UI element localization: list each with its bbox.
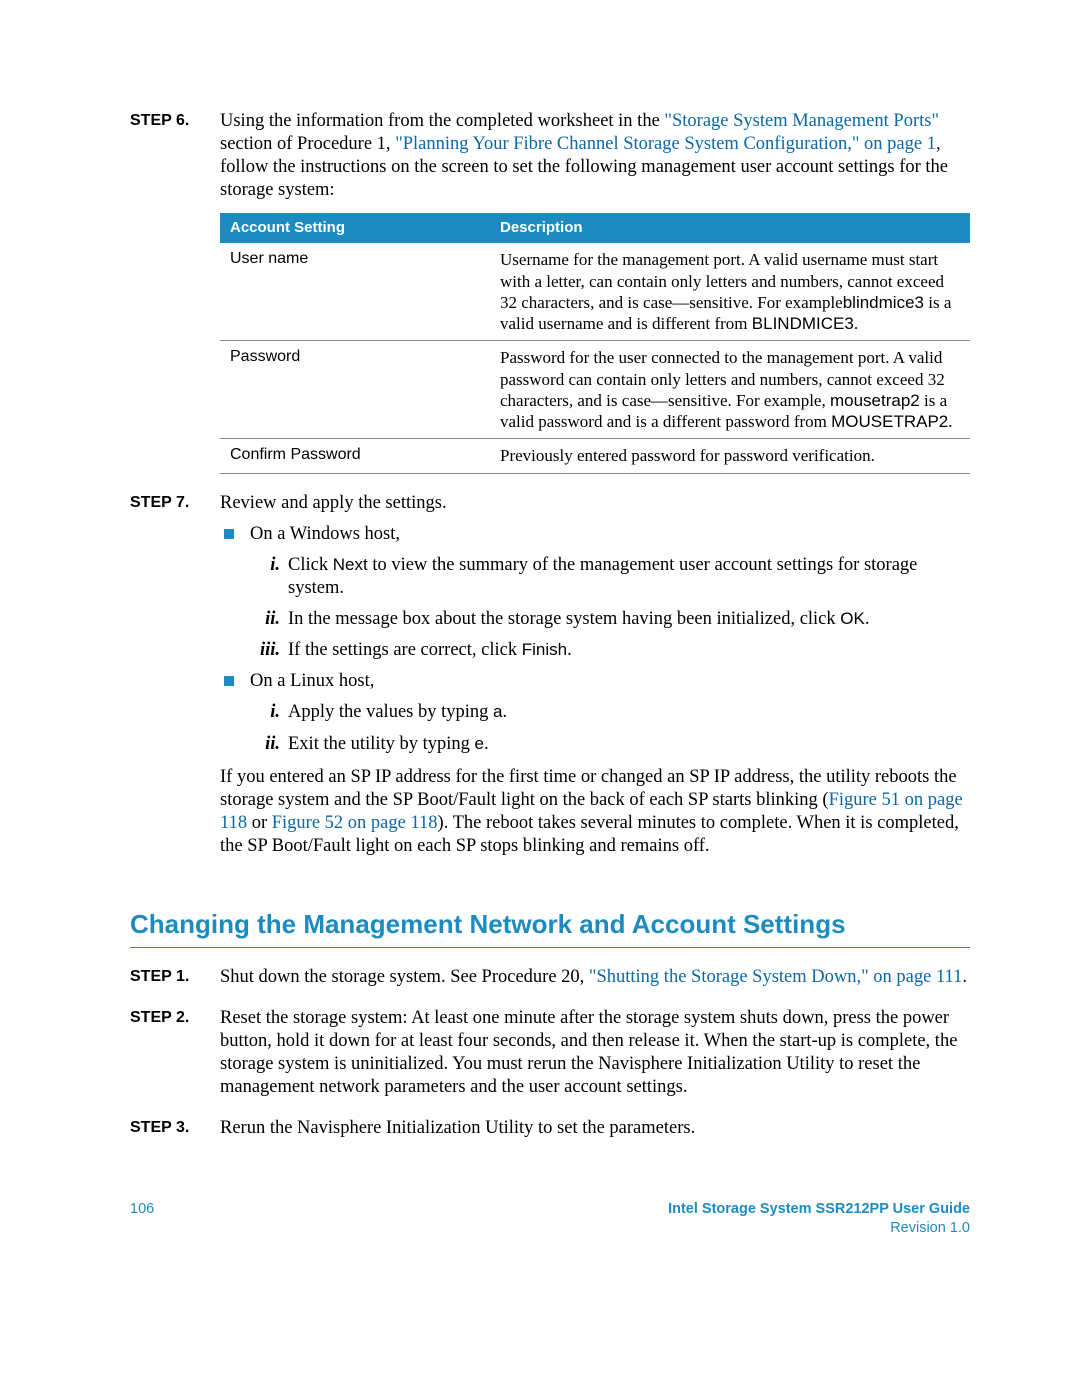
text: In the message box about the storage sys… <box>288 609 840 629</box>
sub-marker: ii. <box>250 608 280 631</box>
footer-right: Intel Storage System SSR212PP User Guide… <box>668 1200 970 1236</box>
bullet-item: On a Windows host, i. Click Next to view t… <box>220 523 970 663</box>
step-body: Reset the storage system: At least one m… <box>220 1007 970 1100</box>
cell-description: Username for the management port. A vali… <box>490 243 970 341</box>
step-body: Rerun the Navisphere Initialization Util… <box>220 1117 970 1140</box>
text: Exit the utility by typing <box>288 734 475 754</box>
sub-list: i. Click Next to view the summary of the … <box>250 554 970 663</box>
sec2-step-2: STEP 2. Reset the storage system: At lea… <box>130 1007 970 1100</box>
code-text: MOUSETRAP2 <box>831 412 948 431</box>
code-text: BLINDMICE3 <box>752 314 854 333</box>
footer-revision: Revision 1.0 <box>668 1219 970 1237</box>
text: Apply the values by typing <box>288 702 493 722</box>
sub-body: Exit the utility by typing e. <box>288 734 489 754</box>
text: . <box>962 967 967 987</box>
ui-term: a <box>493 702 502 721</box>
text: Previously entered password for password… <box>500 446 875 465</box>
sub-body: Click Next to view the summary of the ma… <box>288 555 917 598</box>
text: or <box>247 813 272 833</box>
sub-item: iii. If the settings are correct, click F… <box>250 639 970 662</box>
sub-list: i. Apply the values by typing a. ii. Exit t… <box>250 701 970 755</box>
page-number: 106 <box>130 1200 154 1236</box>
sub-marker: iii. <box>250 639 280 662</box>
step-body: Shut down the storage system. See Proced… <box>220 966 970 989</box>
step-body: Using the information from the completed… <box>220 110 970 474</box>
table-row: Confirm Password Previously entered passw… <box>220 439 970 473</box>
sub-item: ii. Exit the utility by typing e. <box>250 733 970 756</box>
step-6: STEP 6. Using the information from the c… <box>130 110 970 474</box>
step-label: STEP 1. <box>130 966 220 989</box>
text: . <box>854 314 858 333</box>
th-description: Description <box>490 213 970 244</box>
sec2-step-3: STEP 3. Rerun the Navisphere Initializat… <box>130 1117 970 1140</box>
sub-item: i. Apply the values by typing a. <box>250 701 970 724</box>
text: Using the information from the completed… <box>220 111 664 131</box>
ui-term: OK <box>840 609 865 628</box>
page-footer: 106 Intel Storage System SSR212PP User G… <box>130 1200 970 1236</box>
procedure-link[interactable]: "Shutting the Storage System Down," on p… <box>589 967 962 987</box>
step-label: STEP 2. <box>130 1007 220 1100</box>
text: . <box>484 734 489 754</box>
ui-term: Finish <box>522 640 567 659</box>
figure-link[interactable]: Figure 52 on page 118 <box>272 813 438 833</box>
cell-description: Previously entered password for password… <box>490 439 970 473</box>
bullet-item: On a Linux host, i. Apply the values by ty… <box>220 670 970 755</box>
bullet-text: On a Windows host, <box>250 523 970 546</box>
text: section of Procedure 1, <box>220 134 395 154</box>
step-7-bullets: On a Windows host, i. Click Next to view t… <box>220 523 970 756</box>
cell-setting: User name <box>220 243 490 341</box>
sub-item: ii. In the message box about the storage … <box>250 608 970 631</box>
text: If the settings are correct, click <box>288 640 522 660</box>
th-account-setting: Account Setting <box>220 213 490 244</box>
step-label: STEP 3. <box>130 1117 220 1140</box>
text: . <box>948 412 952 431</box>
link-storage-ports[interactable]: "Storage System Management Ports" <box>664 111 939 131</box>
text: . <box>865 609 870 629</box>
code-text: mousetrap2 <box>830 391 920 410</box>
sub-body: Apply the values by typing a. <box>288 702 507 722</box>
text: . <box>567 640 572 660</box>
sub-marker: i. <box>250 701 280 724</box>
bullet-text: On a Linux host, <box>250 670 970 693</box>
sub-item: i. Click Next to view the summary of the … <box>250 554 970 600</box>
step-7-after-paragraph: If you entered an SP IP address for the … <box>220 766 970 859</box>
cell-setting: Password <box>220 341 490 439</box>
link-planning-config[interactable]: "Planning Your Fibre Channel Storage Sys… <box>395 134 936 154</box>
sec2-step-1: STEP 1. Shut down the storage system. Se… <box>130 966 970 989</box>
cell-setting: Confirm Password <box>220 439 490 473</box>
step-body: Review and apply the settings. On a Wind… <box>220 492 970 859</box>
sub-marker: i. <box>250 554 280 577</box>
page-content: STEP 6. Using the information from the c… <box>0 0 1080 1287</box>
text: . <box>503 702 508 722</box>
step-label: STEP 7. <box>130 492 220 859</box>
table-row: PasswordPassword for the user connected … <box>220 341 970 439</box>
section-heading: Changing the Management Network and Acco… <box>130 908 970 948</box>
cell-description: Password for the user connected to the m… <box>490 341 970 439</box>
text: to view the summary of the management us… <box>288 555 917 598</box>
footer-title: Intel Storage System SSR212PP User Guide <box>668 1200 970 1218</box>
sub-body: In the message box about the storage sys… <box>288 609 869 629</box>
table-row: User nameUsername for the management por… <box>220 243 970 341</box>
code-text: blindmice3 <box>843 293 924 312</box>
step-label: STEP 6. <box>130 110 220 474</box>
ui-term: Next <box>333 555 368 574</box>
account-settings-table: Account Setting Description User nameUse… <box>220 213 970 474</box>
step-7: STEP 7. Review and apply the settings. O… <box>130 492 970 859</box>
text: Click <box>288 555 333 575</box>
sub-body: If the settings are correct, click Finis… <box>288 640 572 660</box>
ui-term: e <box>475 734 484 753</box>
sub-marker: ii. <box>250 733 280 756</box>
step-7-intro: Review and apply the settings. <box>220 492 970 515</box>
text: Shut down the storage system. See Proced… <box>220 967 589 987</box>
